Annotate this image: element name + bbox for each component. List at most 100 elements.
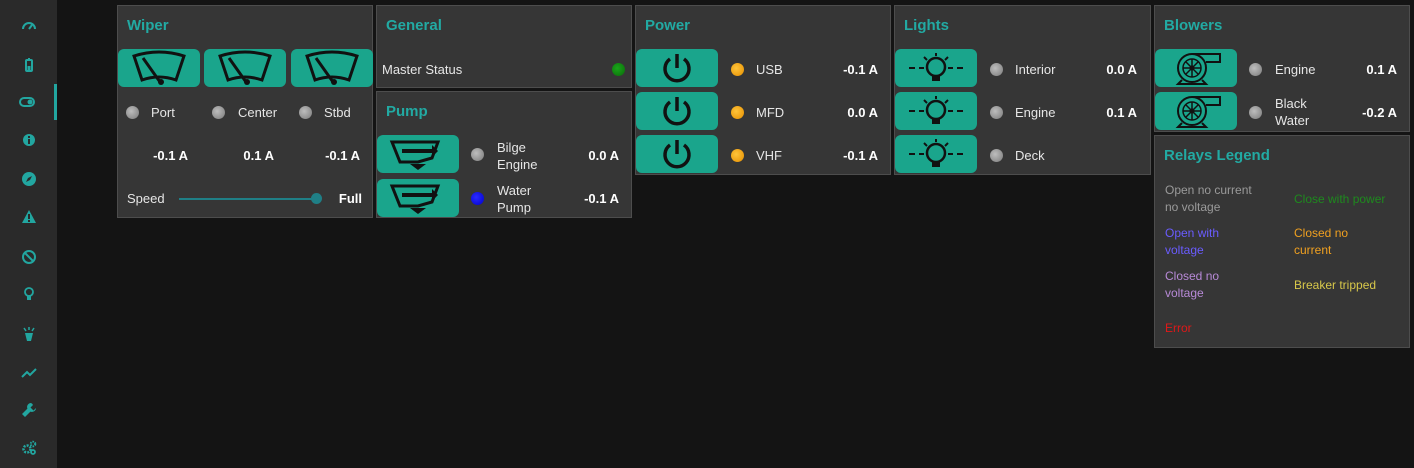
legend-open-no-current: Open no current no voltage xyxy=(1165,182,1252,216)
blowers-black-water-led xyxy=(1249,106,1262,119)
cogs-icon xyxy=(21,440,36,455)
sidebar-item-disabled[interactable] xyxy=(0,239,57,275)
blowers-black-water-label-1: Black xyxy=(1275,96,1307,111)
sidebar-item-battery[interactable] xyxy=(0,47,57,83)
blowers-engine-button[interactable] xyxy=(1155,49,1237,87)
info-icon xyxy=(22,134,35,146)
pump-icon xyxy=(389,184,441,214)
sidebar-item-spotlight[interactable] xyxy=(0,316,57,352)
blowers-title: Blowers xyxy=(1164,17,1223,34)
gauge-icon xyxy=(21,22,36,30)
legend-open-with-voltage-line1: Open with xyxy=(1165,226,1220,240)
wiper-port-label: Port xyxy=(151,105,175,120)
wiper-title: Wiper xyxy=(127,17,169,34)
master-status-led xyxy=(612,63,625,76)
wiper-port-status-led xyxy=(126,106,139,119)
power-vhf-button[interactable] xyxy=(636,135,718,173)
blowers-engine-label: Engine xyxy=(1275,62,1316,77)
wiper-center-button[interactable] xyxy=(204,49,286,87)
pump-bilge-engine-label-1: Bilge xyxy=(497,140,526,155)
legend-breaker-tripped: Breaker tripped xyxy=(1294,278,1377,292)
warning-icon xyxy=(21,210,36,223)
lights-engine-label: Engine xyxy=(1015,105,1056,120)
master-status-label: Master Status xyxy=(382,62,463,77)
pump-title: Pump xyxy=(386,103,428,120)
wiper-icon xyxy=(132,50,186,85)
pump-water-pump-button[interactable] xyxy=(377,179,459,217)
wiper-center-label: Center xyxy=(238,105,278,120)
wiper-stbd-label: Stbd xyxy=(324,105,351,120)
pump-water-pump-led xyxy=(471,192,484,205)
sidebar-item-tools[interactable] xyxy=(0,392,57,428)
lights-deck-led xyxy=(990,149,1003,162)
wiper-port-current: -0.1 A xyxy=(153,148,188,163)
wrench-icon xyxy=(21,403,36,417)
blowers-card: Blowers Engine 0.1 A Black Water -0.2 A xyxy=(1154,5,1410,132)
blowers-engine-led xyxy=(1249,63,1262,76)
legend-closed-no-current-line1: Closed no xyxy=(1294,226,1349,240)
spotlight-icon xyxy=(22,327,35,341)
sidebar-item-switches[interactable] xyxy=(0,84,57,120)
power-usb-led xyxy=(731,63,744,76)
power-mfd-label: MFD xyxy=(756,105,785,120)
power-icon xyxy=(663,97,691,126)
wiper-speed-label: Speed xyxy=(127,191,165,206)
pump-bilge-engine-label-2: Engine xyxy=(497,157,538,172)
power-vhf-current: -0.1 A xyxy=(843,148,878,163)
sidebar-item-navigation[interactable] xyxy=(0,161,57,197)
legend-close-with-power: Close with power xyxy=(1294,192,1386,206)
lights-interior-button[interactable] xyxy=(895,49,977,87)
wiper-icon xyxy=(218,50,272,85)
lights-interior-label: Interior xyxy=(1015,62,1056,77)
wiper-stbd-button[interactable] xyxy=(291,49,373,87)
power-mfd-button[interactable] xyxy=(636,92,718,130)
lightbulb-icon xyxy=(909,96,963,124)
legend-open-with-voltage: Open with voltage xyxy=(1165,225,1219,259)
power-vhf-led xyxy=(731,149,744,162)
toggle-icon xyxy=(19,97,35,107)
pump-water-pump-label-2: Pump xyxy=(497,200,531,215)
wiper-speed-slider[interactable] xyxy=(179,198,319,200)
lightbulb-icon xyxy=(909,139,963,167)
legend-open-no-current-line1: Open no current xyxy=(1165,183,1252,197)
wiper-icon xyxy=(305,50,359,85)
wiper-center-current: 0.1 A xyxy=(243,148,274,163)
sidebar-item-alerts[interactable] xyxy=(0,199,57,235)
pump-card: Pump Bilge Engine 0.0 A Water Pump -0.1 … xyxy=(376,91,632,218)
power-vhf-label: VHF xyxy=(756,148,782,163)
lights-engine-current: 0.1 A xyxy=(1106,105,1137,120)
legend-error: Error xyxy=(1165,321,1192,335)
wiper-card: Wiper Port Center Stbd -0.1 A 0.1 A -0.1… xyxy=(117,5,373,218)
blowers-engine-current: 0.1 A xyxy=(1366,62,1397,77)
lights-engine-led xyxy=(990,106,1003,119)
power-card: Power USB -0.1 A MFD 0.0 A VHF -0.1 A xyxy=(635,5,891,175)
lights-engine-button[interactable] xyxy=(895,92,977,130)
blowers-black-water-button[interactable] xyxy=(1155,92,1237,130)
wiper-port-button[interactable] xyxy=(118,49,200,87)
relays-legend-title: Relays Legend xyxy=(1164,147,1270,164)
pump-bilge-engine-button[interactable] xyxy=(377,135,459,173)
sidebar-item-info[interactable] xyxy=(0,122,57,158)
sidebar-item-charts[interactable] xyxy=(0,354,57,390)
lights-deck-button[interactable] xyxy=(895,135,977,173)
general-card: General Master Status xyxy=(376,5,632,88)
pump-water-pump-label-1: Water xyxy=(497,183,532,198)
sidebar-item-settings[interactable] xyxy=(0,430,57,466)
wiper-stbd-status-led xyxy=(299,106,312,119)
sidebar-item-dashboard[interactable] xyxy=(0,8,57,44)
legend-closed-no-voltage-line2: voltage xyxy=(1165,286,1204,300)
wiper-stbd-current: -0.1 A xyxy=(325,148,360,163)
pump-water-pump-current: -0.1 A xyxy=(584,191,619,206)
power-usb-current: -0.1 A xyxy=(843,62,878,77)
ban-icon xyxy=(21,250,36,264)
power-usb-button[interactable] xyxy=(636,49,718,87)
lights-title: Lights xyxy=(904,17,949,34)
blower-fan-icon xyxy=(1175,53,1221,85)
pump-bilge-engine-current: 0.0 A xyxy=(588,148,619,163)
pump-icon xyxy=(389,140,441,170)
sidebar xyxy=(0,0,57,468)
compass-icon xyxy=(21,172,36,186)
sidebar-item-lights[interactable] xyxy=(0,276,57,312)
pump-bilge-engine-led xyxy=(471,148,484,161)
legend-closed-no-voltage-line1: Closed no xyxy=(1165,269,1220,283)
